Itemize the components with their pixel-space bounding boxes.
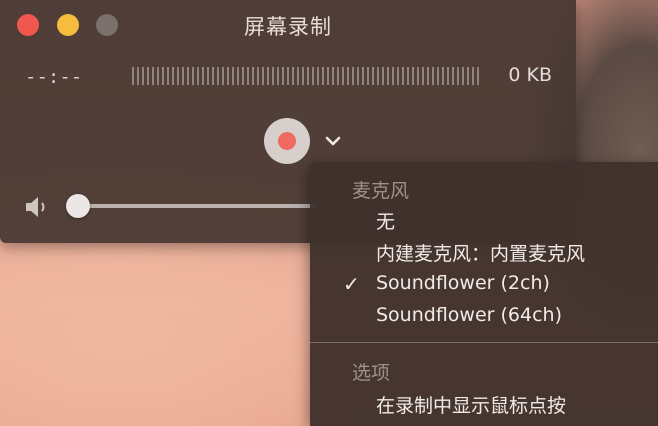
window-title: 屏幕录制 (244, 15, 332, 39)
record-button[interactable] (264, 118, 310, 164)
menu-separator (310, 342, 658, 343)
menu-item-soundflower-64ch[interactable]: Soundflower (64ch) (376, 304, 562, 326)
audio-level-meter (132, 67, 481, 85)
volume-slider-knob[interactable] (66, 194, 90, 218)
volume-slider-track[interactable] (78, 204, 318, 208)
microphone-section-header: 麦克风 (352, 180, 410, 202)
menu-item-show-mouse-clicks[interactable]: 在录制中显示鼠标点按 (376, 391, 566, 418)
options-section-header: 选项 (352, 362, 391, 384)
record-icon (278, 132, 296, 150)
checkmark-icon: ✓ (343, 272, 360, 296)
elapsed-time: --:-- (25, 66, 83, 88)
chevron-down-icon[interactable] (322, 130, 344, 152)
file-size: 0 KB (508, 64, 552, 86)
menu-item-none[interactable]: 无 (376, 207, 395, 234)
menu-item-soundflower-2ch[interactable]: Soundflower (2ch) (376, 272, 550, 294)
options-dropdown-menu: 麦克风 无 内建麦克风：内置麦克风 ✓ Soundflower (2ch) So… (310, 162, 658, 426)
speaker-icon (26, 197, 45, 217)
menu-item-built-in-microphone[interactable]: 内建麦克风：内置麦克风 (376, 239, 585, 266)
